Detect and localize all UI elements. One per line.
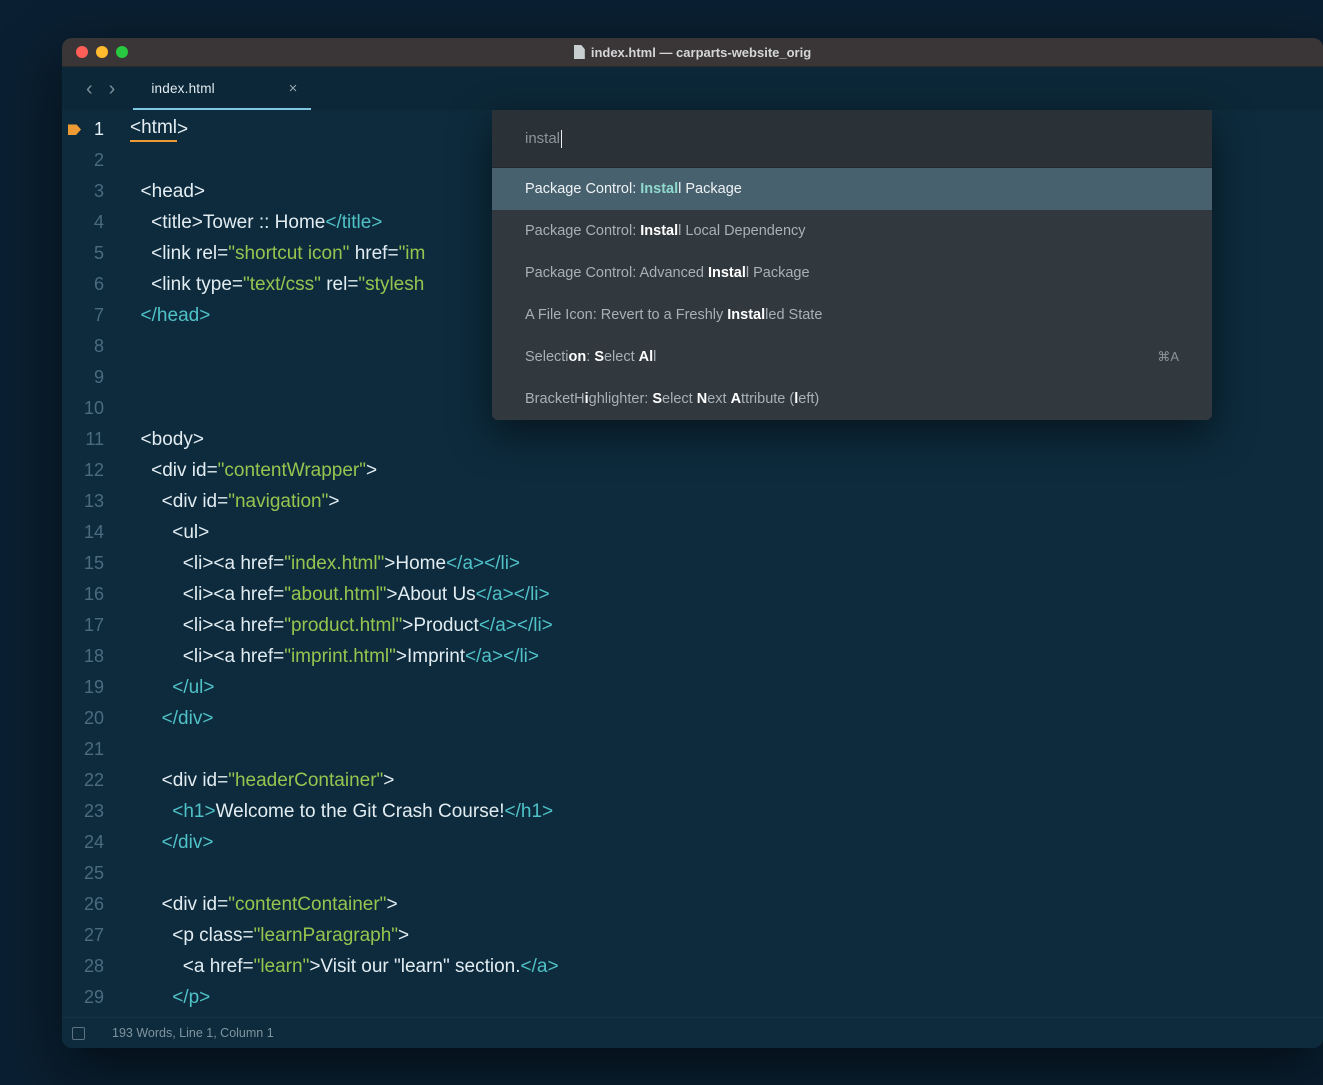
back-icon[interactable]: ‹ xyxy=(86,79,93,99)
status-text: 193 Words, Line 1, Column 1 xyxy=(112,1026,274,1040)
code-line[interactable]: <li><a href="product.html">Product</a></… xyxy=(130,610,1323,641)
traffic-lights xyxy=(76,38,128,66)
line-number[interactable]: 23 xyxy=(62,796,114,827)
command-palette: instal Package Control: Install PackageP… xyxy=(492,110,1212,420)
code-line[interactable]: <a href="learn">Visit our "learn" sectio… xyxy=(130,951,1323,982)
editor-window: index.html — carparts-website_orig ‹ › i… xyxy=(62,38,1323,1048)
line-number[interactable]: 14 xyxy=(62,517,114,548)
line-number[interactable]: 25 xyxy=(62,858,114,889)
line-number[interactable]: 9 xyxy=(62,362,114,393)
line-number[interactable]: 12 xyxy=(62,455,114,486)
tab-bar: ‹ › index.html × xyxy=(62,67,1323,110)
code-line[interactable]: <li><a href="index.html">Home</a></li> xyxy=(130,548,1323,579)
shortcut-label: ⌘A xyxy=(1157,349,1179,365)
line-number[interactable]: 8 xyxy=(62,331,114,362)
line-number[interactable]: 28 xyxy=(62,951,114,982)
line-number[interactable]: 24 xyxy=(62,827,114,858)
code-line[interactable]: </p> xyxy=(130,982,1323,1013)
line-number[interactable]: 13 xyxy=(62,486,114,517)
line-number[interactable]: 3 xyxy=(62,176,114,207)
line-number[interactable]: 11 xyxy=(62,424,114,455)
code-line[interactable]: <div id="contentContainer"> xyxy=(130,889,1323,920)
code-line[interactable]: </div> xyxy=(130,827,1323,858)
status-panel-icon[interactable] xyxy=(72,1027,85,1040)
code-line[interactable] xyxy=(130,858,1323,889)
tab-label: index.html xyxy=(151,81,215,96)
line-number[interactable]: 22 xyxy=(62,765,114,796)
tab-close-icon[interactable]: × xyxy=(289,80,298,97)
history-nav: ‹ › xyxy=(62,67,133,110)
line-number[interactable]: 18 xyxy=(62,641,114,672)
palette-item-label: A File Icon: Revert to a Freshly Install… xyxy=(525,307,822,323)
palette-item-label: Package Control: Advanced Install Packag… xyxy=(525,265,810,281)
line-number[interactable]: 4 xyxy=(62,207,114,238)
line-number[interactable]: 27 xyxy=(62,920,114,951)
line-number[interactable]: 16 xyxy=(62,579,114,610)
code-line[interactable]: </ul> xyxy=(130,672,1323,703)
line-number[interactable]: 29 xyxy=(62,982,114,1013)
command-palette-input[interactable]: instal xyxy=(492,110,1212,168)
code-line[interactable]: <li><a href="imprint.html">Imprint</a></… xyxy=(130,641,1323,672)
code-line[interactable]: </div> xyxy=(130,703,1323,734)
command-palette-query: instal xyxy=(525,130,560,147)
gutter: 1234567891011121314151617181920212223242… xyxy=(62,114,114,1017)
palette-list: Package Control: Install Package Package … xyxy=(492,168,1212,420)
line-number[interactable]: 1 xyxy=(62,114,114,145)
status-bar: 193 Words, Line 1, Column 1 xyxy=(62,1017,1323,1048)
bookmark-icon xyxy=(68,124,81,135)
line-number[interactable]: 6 xyxy=(62,269,114,300)
palette-item[interactable]: BracketHighlighter: Select Next Attribut… xyxy=(492,378,1212,420)
line-number[interactable]: 10 xyxy=(62,393,114,424)
code-line[interactable] xyxy=(130,734,1323,765)
line-number[interactable]: 17 xyxy=(62,610,114,641)
line-number[interactable]: 15 xyxy=(62,548,114,579)
palette-item[interactable]: Package Control: Install Package xyxy=(492,168,1212,210)
title-bar[interactable]: index.html — carparts-website_orig xyxy=(62,38,1323,67)
document-icon xyxy=(574,45,585,59)
palette-item[interactable]: Package Control: Advanced Install Packag… xyxy=(492,252,1212,294)
close-window-button[interactable] xyxy=(76,46,88,58)
palette-item-label: BracketHighlighter: Select Next Attribut… xyxy=(525,391,819,407)
palette-item[interactable]: Selection: Select All ⌘A xyxy=(492,336,1212,378)
code-line[interactable]: <body> xyxy=(130,424,1323,455)
text-cursor xyxy=(561,130,562,148)
minimize-window-button[interactable] xyxy=(96,46,108,58)
window-title-text: index.html — carparts-website_orig xyxy=(591,45,811,60)
zoom-window-button[interactable] xyxy=(116,46,128,58)
code-line[interactable]: <p class="learnParagraph"> xyxy=(130,920,1323,951)
palette-item-label: Package Control: Install Package xyxy=(525,181,742,197)
line-number[interactable]: 21 xyxy=(62,734,114,765)
line-number[interactable]: 7 xyxy=(62,300,114,331)
line-number[interactable]: 19 xyxy=(62,672,114,703)
code-line[interactable]: <div id="navigation"> xyxy=(130,486,1323,517)
code-line[interactable]: <ul> xyxy=(130,517,1323,548)
code-line[interactable]: <div id="headerContainer"> xyxy=(130,765,1323,796)
code-line[interactable]: <h1>Welcome to the Git Crash Course!</h1… xyxy=(130,796,1323,827)
line-number[interactable]: 2 xyxy=(62,145,114,176)
palette-item-label: Package Control: Install Local Dependenc… xyxy=(525,223,806,239)
line-number[interactable]: 5 xyxy=(62,238,114,269)
palette-item[interactable]: A File Icon: Revert to a Freshly Install… xyxy=(492,294,1212,336)
line-number[interactable]: 20 xyxy=(62,703,114,734)
palette-item[interactable]: Package Control: Install Local Dependenc… xyxy=(492,210,1212,252)
code-line[interactable]: <li><a href="about.html">About Us</a></l… xyxy=(130,579,1323,610)
tab-index-html[interactable]: index.html × xyxy=(133,67,311,110)
window-title: index.html — carparts-website_orig xyxy=(574,45,811,60)
forward-icon[interactable]: › xyxy=(109,79,116,99)
code-line[interactable]: <div id="contentWrapper"> xyxy=(130,455,1323,486)
palette-item-label: Selection: Select All xyxy=(525,349,656,365)
line-number[interactable]: 26 xyxy=(62,889,114,920)
